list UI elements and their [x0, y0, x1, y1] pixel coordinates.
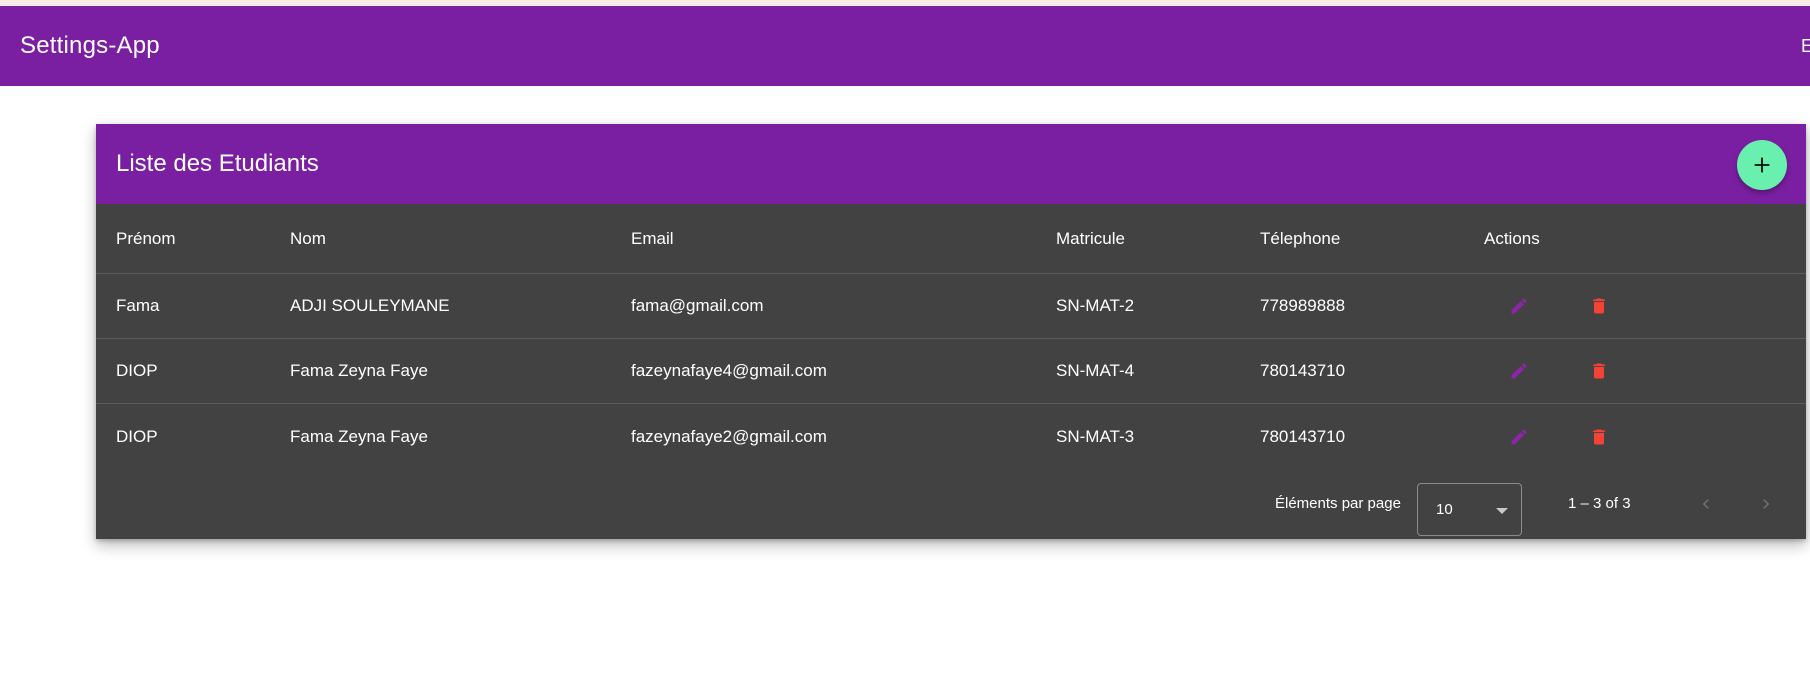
header-email: Email — [631, 228, 674, 248]
header-actions: Actions — [1484, 228, 1540, 248]
next-page-button[interactable] — [1746, 484, 1786, 524]
edit-button[interactable] — [1499, 339, 1539, 403]
app-toolbar: Settings-App E — [0, 6, 1810, 86]
paginator: Éléments par page 10 1 – 3 of 3 — [96, 469, 1806, 539]
toolbar-menu-item[interactable]: E — [1801, 6, 1810, 86]
cell-nom: Fama Zeyna Faye — [290, 361, 428, 380]
cell-matricule: SN-MAT-3 — [1056, 426, 1135, 446]
items-per-page-value: 10 — [1436, 501, 1453, 518]
edit-button[interactable] — [1499, 404, 1539, 469]
delete-button[interactable] — [1579, 404, 1619, 469]
cell-telephone: 780143710 — [1260, 361, 1346, 380]
cell-email: fama@gmail.com — [631, 296, 764, 315]
header-prenom: Prénom — [116, 228, 176, 248]
add-student-button[interactable] — [1737, 140, 1787, 190]
trash-icon — [1593, 429, 1605, 444]
cell-telephone: 780143710 — [1260, 426, 1346, 446]
cell-email: fazeynafaye2@gmail.com — [631, 426, 827, 446]
range-label: 1 – 3 of 3 — [1568, 495, 1631, 512]
chevron-right-icon — [1763, 499, 1770, 509]
table-row: DIOP Fama Zeyna Faye fazeynafaye4@gmail.… — [96, 339, 1806, 404]
cell-prenom: DIOP — [116, 361, 158, 380]
cell-telephone: 778989888 — [1260, 296, 1346, 315]
header-nom: Nom — [290, 228, 326, 248]
items-per-page-label: Éléments par page — [1275, 495, 1401, 512]
cell-matricule: SN-MAT-2 — [1056, 296, 1135, 315]
card-title: Liste des Etudiants — [116, 150, 319, 177]
table-header-row: Prénom Nom Email Matricule Télephone Act… — [96, 204, 1806, 274]
cell-nom: ADJI SOULEYMANE — [290, 296, 450, 315]
pencil-icon — [1511, 428, 1527, 444]
cell-prenom: DIOP — [116, 426, 158, 446]
cell-email: fazeynafaye4@gmail.com — [631, 361, 827, 380]
delete-button[interactable] — [1579, 274, 1619, 338]
dropdown-arrow-icon — [1496, 508, 1508, 514]
pencil-icon — [1511, 298, 1527, 314]
app-title: Settings-App — [20, 32, 160, 59]
edit-button[interactable] — [1499, 274, 1539, 338]
table-row: DIOP Fama Zeyna Faye fazeynafaye2@gmail.… — [96, 404, 1806, 469]
students-card: Liste des Etudiants Prénom Nom Email Mat… — [96, 124, 1806, 539]
trash-icon — [1593, 298, 1605, 314]
cell-prenom: Fama — [116, 296, 160, 315]
card-header: Liste des Etudiants — [96, 124, 1806, 204]
pencil-icon — [1511, 363, 1527, 379]
header-matricule: Matricule — [1056, 228, 1125, 248]
previous-page-button[interactable] — [1686, 484, 1726, 524]
cell-matricule: SN-MAT-4 — [1056, 361, 1135, 380]
chevron-left-icon — [1702, 499, 1709, 509]
cell-nom: Fama Zeyna Faye — [290, 426, 428, 446]
trash-icon — [1593, 363, 1605, 379]
plus-icon — [1754, 157, 1770, 173]
header-telephone: Télephone — [1260, 228, 1341, 248]
items-per-page-select[interactable]: 10 — [1417, 483, 1522, 536]
table-row: Fama ADJI SOULEYMANE fama@gmail.com SN-M… — [96, 274, 1806, 339]
delete-button[interactable] — [1579, 339, 1619, 403]
